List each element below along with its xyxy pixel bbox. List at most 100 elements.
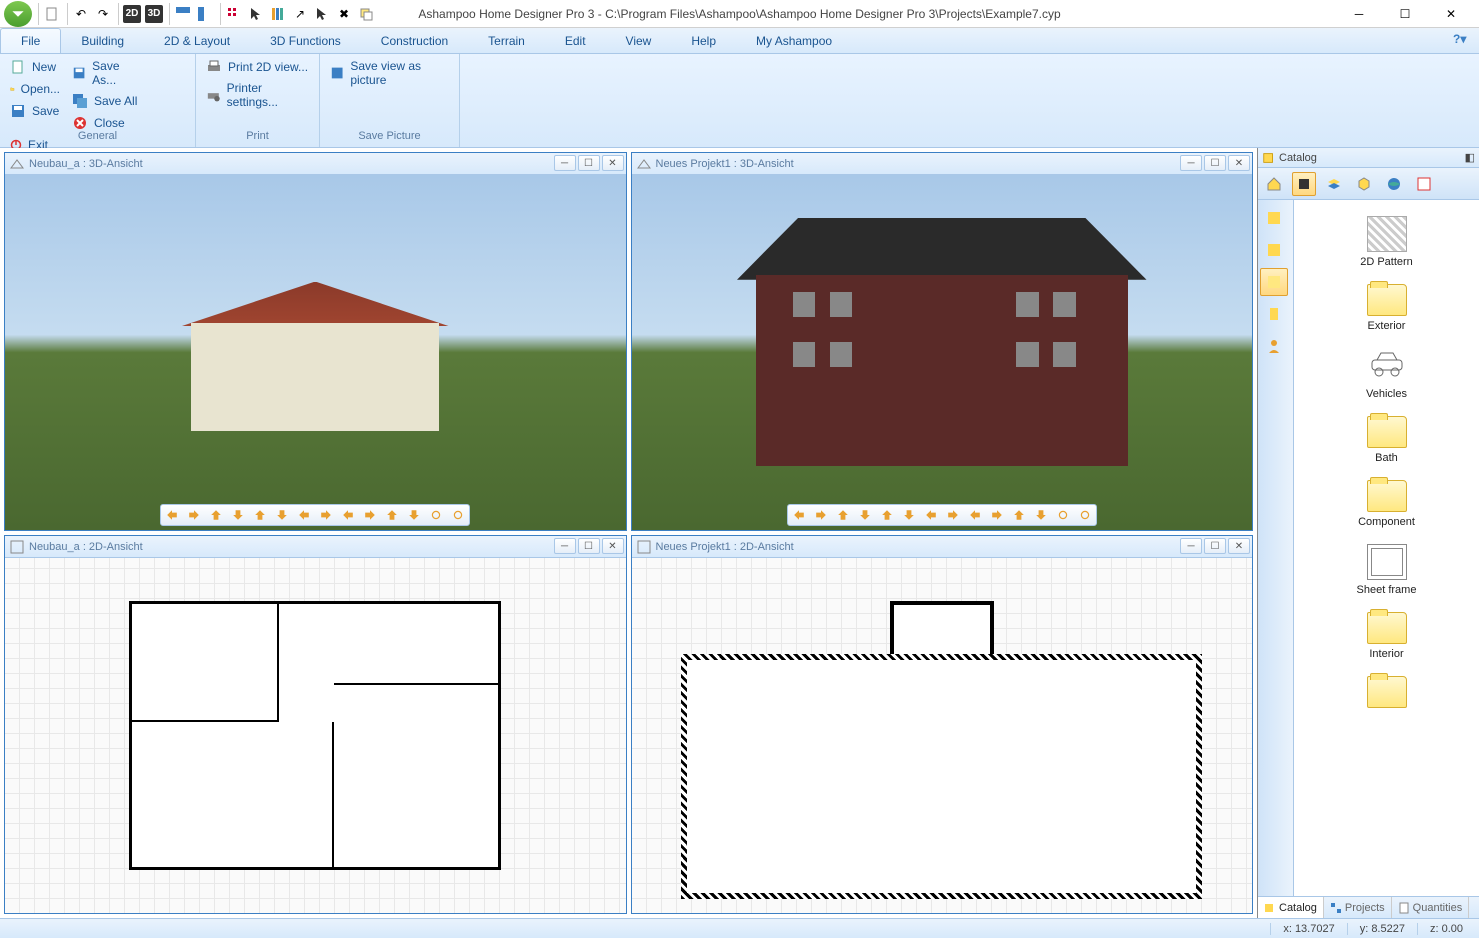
close-button[interactable]: ✕ (1437, 4, 1465, 24)
nav-btn[interactable] (810, 505, 832, 525)
side-lt-person-icon[interactable] (1260, 332, 1288, 360)
nav-btn[interactable] (986, 505, 1008, 525)
viewport-maximize[interactable]: ☐ (1204, 155, 1226, 171)
viewport-2d-2[interactable]: Neues Projekt1 : 2D-Ansicht ─ ☐ ✕ (631, 535, 1254, 914)
qat-layout1-icon[interactable] (174, 5, 192, 23)
viewport-close[interactable]: ✕ (1228, 538, 1250, 554)
tab-edit[interactable]: Edit (545, 28, 606, 53)
qat-grid-icon[interactable] (225, 5, 243, 23)
qat-copy-icon[interactable] (357, 5, 375, 23)
viewport-close[interactable]: ✕ (602, 538, 624, 554)
viewport-2d-1[interactable]: Neubau_a : 2D-Ansicht ─ ☐ ✕ (4, 535, 627, 914)
nav-btn[interactable] (788, 505, 810, 525)
side-lt-2[interactable] (1260, 236, 1288, 264)
viewport-close[interactable]: ✕ (602, 155, 624, 171)
nav-btn[interactable] (447, 505, 469, 525)
nav-btn[interactable] (1030, 505, 1052, 525)
nav-btn[interactable] (854, 505, 876, 525)
viewport-body[interactable] (5, 175, 626, 530)
nav-btn[interactable] (898, 505, 920, 525)
qat-layout2-icon[interactable] (196, 5, 214, 23)
nav-btn[interactable] (964, 505, 986, 525)
nav-btn[interactable] (315, 505, 337, 525)
ribbon-new[interactable]: New (4, 56, 66, 78)
tab-help[interactable]: Help (671, 28, 736, 53)
tab-my-ashampoo[interactable]: My Ashampoo (736, 28, 852, 53)
side-lt-3[interactable] (1260, 268, 1288, 296)
nav-btn[interactable] (249, 505, 271, 525)
catalog-item-interior[interactable]: Interior (1298, 604, 1475, 668)
side-tb-globe-icon[interactable] (1382, 172, 1406, 196)
tab-view[interactable]: View (606, 28, 672, 53)
tab-3d-functions[interactable]: 3D Functions (250, 28, 361, 53)
nav-btn[interactable] (359, 505, 381, 525)
nav-btn[interactable] (425, 505, 447, 525)
nav-btn[interactable] (271, 505, 293, 525)
viewport-minimize[interactable]: ─ (1180, 538, 1202, 554)
tab-building[interactable]: Building (61, 28, 144, 53)
viewport-3d-2[interactable]: Neues Projekt1 : 3D-Ansicht ─ ☐ ✕ (631, 152, 1254, 531)
nav-btn[interactable] (227, 505, 249, 525)
side-lt-4[interactable] (1260, 300, 1288, 328)
ribbon-saveviewpic[interactable]: Save view as picture (324, 56, 455, 90)
viewport-maximize[interactable]: ☐ (578, 155, 600, 171)
ribbon-saveas[interactable]: Save As... (66, 56, 146, 90)
viewport-3d-1[interactable]: Neubau_a : 3D-Ansicht ─ ☐ ✕ (4, 152, 627, 531)
help-icon[interactable]: ?▾ (1453, 32, 1471, 50)
app-menu-button[interactable] (4, 1, 32, 27)
nav-btn[interactable] (920, 505, 942, 525)
viewport-maximize[interactable]: ☐ (1204, 538, 1226, 554)
qat-3d-button[interactable]: 3D (145, 5, 163, 23)
viewport-maximize[interactable]: ☐ (578, 538, 600, 554)
sb-tab-catalog[interactable]: Catalog (1258, 897, 1324, 918)
nav-btn[interactable] (1008, 505, 1030, 525)
side-tb-layers-icon[interactable] (1322, 172, 1346, 196)
viewport-body[interactable] (632, 558, 1253, 913)
side-lt-1[interactable] (1260, 204, 1288, 232)
viewport-minimize[interactable]: ─ (554, 155, 576, 171)
catalog-item-sheet-frame[interactable]: Sheet frame (1298, 536, 1475, 604)
nav-btn[interactable] (942, 505, 964, 525)
nav-btn[interactable] (1052, 505, 1074, 525)
sb-tab-quantities[interactable]: Quantities (1392, 897, 1470, 918)
nav-btn[interactable] (832, 505, 854, 525)
catalog-item-bath[interactable]: Bath (1298, 408, 1475, 472)
qat-2d-button[interactable]: 2D (123, 5, 141, 23)
qat-new-icon[interactable] (43, 5, 61, 23)
viewport-close[interactable]: ✕ (1228, 155, 1250, 171)
nav-btn[interactable] (293, 505, 315, 525)
catalog-item-component[interactable]: Component (1298, 472, 1475, 536)
qat-diag-icon[interactable]: ↗ (291, 5, 309, 23)
tab-construction[interactable]: Construction (361, 28, 468, 53)
nav-btn[interactable] (1074, 505, 1096, 525)
sidebar-collapse-icon[interactable]: ◧ (1465, 151, 1475, 164)
catalog-list[interactable]: 2D Pattern Exterior Vehicles Bath Compon… (1294, 200, 1479, 896)
side-tb-misc-icon[interactable] (1412, 172, 1436, 196)
catalog-item-exterior[interactable]: Exterior (1298, 276, 1475, 340)
viewport-minimize[interactable]: ─ (1180, 155, 1202, 171)
qat-cursor-icon[interactable] (247, 5, 265, 23)
qat-redo-icon[interactable]: ↷ (94, 5, 112, 23)
catalog-item-more[interactable] (1298, 668, 1475, 716)
nav-btn[interactable] (183, 505, 205, 525)
ribbon-print2d[interactable]: Print 2D view... (200, 56, 315, 78)
minimize-button[interactable]: ─ (1345, 4, 1373, 24)
maximize-button[interactable]: ☐ (1391, 4, 1419, 24)
nav-btn[interactable] (403, 505, 425, 525)
qat-undo-icon[interactable]: ↶ (72, 5, 90, 23)
side-tb-cube-icon[interactable] (1292, 172, 1316, 196)
nav-btn[interactable] (876, 505, 898, 525)
ribbon-saveall[interactable]: Save All (66, 90, 146, 112)
ribbon-open[interactable]: Open... (4, 78, 66, 100)
nav-btn[interactable] (337, 505, 359, 525)
nav-btn[interactable] (161, 505, 183, 525)
catalog-item-2d-pattern[interactable]: 2D Pattern (1298, 208, 1475, 276)
ribbon-save[interactable]: Save (4, 100, 66, 122)
tab-file[interactable]: File (0, 28, 61, 53)
qat-colors-icon[interactable] (269, 5, 287, 23)
qat-cross-icon[interactable]: ✖ (335, 5, 353, 23)
catalog-item-vehicles[interactable]: Vehicles (1298, 340, 1475, 408)
viewport-body[interactable] (632, 175, 1253, 530)
viewport-body[interactable] (5, 558, 626, 913)
tab-2d-layout[interactable]: 2D & Layout (144, 28, 250, 53)
